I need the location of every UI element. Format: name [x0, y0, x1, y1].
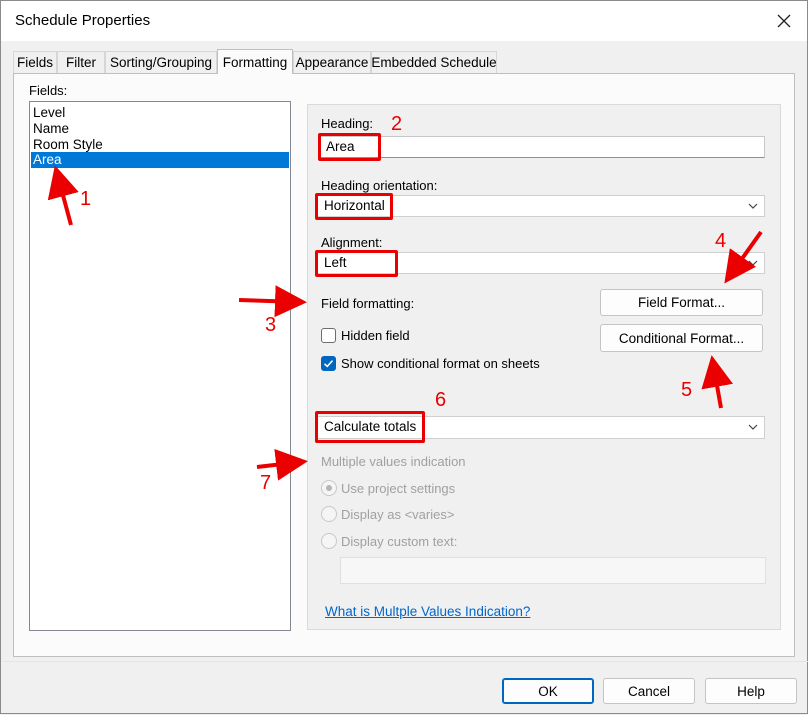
- help-button[interactable]: Help: [705, 678, 797, 704]
- custom-text-input[interactable]: [340, 557, 766, 584]
- hidden-field-checkbox[interactable]: [321, 328, 336, 343]
- use-project-settings-radio[interactable]: [321, 480, 337, 496]
- highlight-heading-value: [318, 133, 381, 161]
- footer-divider: [2, 661, 808, 662]
- list-item-selected[interactable]: Area: [31, 152, 289, 168]
- tab-embedded-schedule[interactable]: Embedded Schedule: [371, 51, 497, 73]
- field-formatting-label: Field formatting:: [321, 296, 415, 311]
- close-icon: [777, 14, 791, 28]
- annotation-7: 7: [260, 472, 272, 494]
- conditional-format-button[interactable]: Conditional Format...: [600, 324, 763, 352]
- chevron-down-icon: [748, 260, 758, 266]
- list-item[interactable]: Level: [31, 105, 289, 121]
- show-conditional-format-checkbox[interactable]: [321, 356, 336, 371]
- close-button[interactable]: [761, 1, 807, 41]
- schedule-properties-dialog: Schedule Properties Fields Filter Sortin…: [0, 0, 808, 714]
- highlight-totals-value: [315, 411, 425, 443]
- multiple-values-label: Multiple values indication: [321, 454, 466, 469]
- checkmark-icon: [323, 360, 334, 368]
- field-format-button[interactable]: Field Format...: [600, 289, 763, 316]
- dialog-title: Schedule Properties: [15, 12, 151, 29]
- annotation-5: 5: [681, 379, 693, 401]
- fields-list[interactable]: Level Name Room Style Area: [29, 101, 291, 631]
- annotation-2: 2: [391, 113, 403, 135]
- chevron-down-icon: [748, 203, 758, 209]
- tab-appearance[interactable]: Appearance: [293, 51, 371, 73]
- show-conditional-format-label: Show conditional format on sheets: [341, 356, 540, 371]
- ok-button[interactable]: OK: [502, 678, 594, 704]
- list-item[interactable]: Name: [31, 121, 289, 137]
- tab-formatting[interactable]: Formatting: [217, 49, 293, 74]
- hidden-field-label: Hidden field: [341, 328, 410, 343]
- tab-fields[interactable]: Fields: [13, 51, 57, 73]
- display-varies-label: Display as <varies>: [341, 507, 455, 522]
- multiple-values-help-link[interactable]: What is Multple Values Indication?: [325, 604, 530, 619]
- alignment-label: Alignment:: [321, 235, 383, 250]
- chevron-down-icon: [748, 424, 758, 430]
- fields-label: Fields:: [29, 83, 68, 98]
- heading-label: Heading:: [321, 116, 374, 131]
- highlight-alignment-value: [315, 250, 398, 277]
- heading-input[interactable]: Area: [319, 136, 765, 158]
- highlight-orientation-value: [315, 193, 393, 220]
- display-varies-radio[interactable]: [321, 506, 337, 522]
- cancel-button[interactable]: Cancel: [603, 678, 695, 704]
- annotation-6: 6: [435, 389, 447, 411]
- annotation-1: 1: [80, 188, 92, 210]
- annotation-4: 4: [715, 230, 727, 252]
- tab-sorting-grouping[interactable]: Sorting/Grouping: [105, 51, 217, 73]
- list-item[interactable]: Room Style: [31, 137, 289, 153]
- display-custom-text-radio[interactable]: [321, 533, 337, 549]
- title-bar: Schedule Properties: [1, 1, 807, 41]
- heading-orientation-label: Heading orientation:: [321, 178, 438, 193]
- display-custom-text-label: Display custom text:: [341, 534, 458, 549]
- annotation-3: 3: [265, 314, 277, 336]
- use-project-settings-label: Use project settings: [341, 481, 456, 496]
- tab-filter[interactable]: Filter: [57, 51, 105, 73]
